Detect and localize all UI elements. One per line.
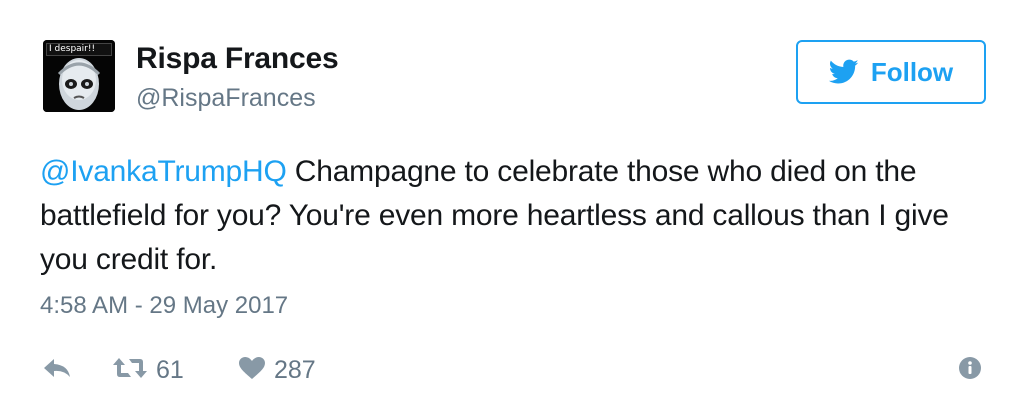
- more-info-button[interactable]: [958, 348, 982, 392]
- tweet-text: @IvankaTrumpHQ Champagne to celebrate th…: [40, 150, 990, 282]
- avatar-caption: I despair!!: [46, 43, 112, 56]
- follow-label: Follow: [870, 56, 954, 87]
- reply-icon: [42, 357, 72, 384]
- tweet-card: I despair!! Rispa Frances @RispaFrances …: [0, 0, 1024, 408]
- avatar[interactable]: I despair!!: [43, 40, 115, 112]
- mention-link[interactable]: @IvankaTrumpHQ: [40, 155, 287, 188]
- twitter-bird-icon: [828, 59, 859, 85]
- retweet-count: 61: [156, 355, 184, 384]
- retweet-button[interactable]: 61: [112, 348, 184, 392]
- action-bar: 61 287: [0, 348, 1024, 392]
- like-button[interactable]: 287: [238, 348, 316, 392]
- retweet-icon: [112, 356, 148, 385]
- timestamp[interactable]: 4:58 AM - 29 May 2017: [40, 292, 288, 320]
- info-icon: [958, 356, 982, 385]
- follow-button[interactable]: Follow: [796, 40, 986, 104]
- display-name[interactable]: Rispa Frances: [136, 42, 339, 76]
- like-count: 287: [274, 355, 316, 384]
- heart-icon: [238, 356, 266, 385]
- user-handle[interactable]: @RispaFrances: [136, 84, 316, 113]
- reply-button[interactable]: [42, 348, 72, 392]
